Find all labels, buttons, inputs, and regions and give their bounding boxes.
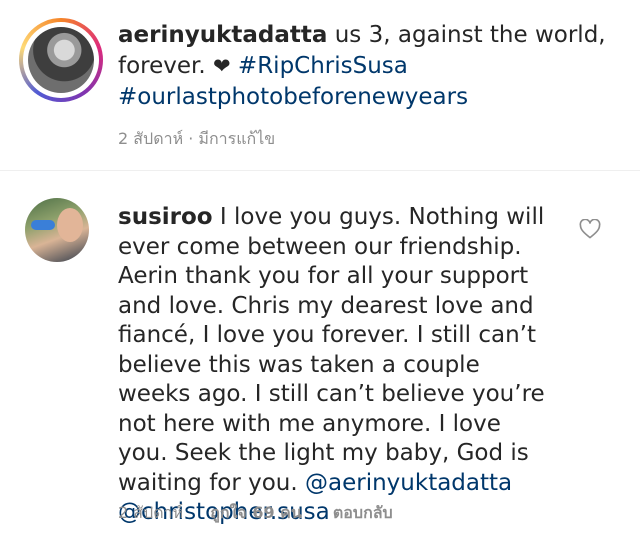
comment-text: susiroo I love you guys. Nothing will ev… [118,203,548,528]
story-ring[interactable] [19,18,103,102]
comment-meta: 2 สัปดาห์ ถูกใจ 69 คน ตอบกลับ [118,501,393,526]
avatar[interactable] [28,27,94,93]
comment-item: susiroo I love you guys. Nothing will ev… [0,171,640,547]
reply-button[interactable]: ตอบกลับ [333,501,393,526]
post-meta: 2 สัปดาห์ · มีการแก้ไข [118,127,275,152]
comment-username[interactable]: susiroo [118,204,213,230]
avatar[interactable] [25,198,89,262]
likes-count[interactable]: ถูกใจ 69 คน [210,501,302,526]
comment-body: I love you guys. Nothing will ever come … [118,204,545,496]
post-caption: aerinyuktadatta us 3, against the world,… [0,0,640,170]
avatar-frame [23,22,99,98]
post-timestamp[interactable]: 2 สัปดาห์ [118,129,183,148]
hashtag-link[interactable]: #RipChrisSusa [238,53,408,79]
avatar-detail [31,220,55,230]
comment-timestamp[interactable]: 2 สัปดาห์ [118,501,183,526]
edited-label: มีการแก้ไข [198,129,276,148]
caption-text: aerinyuktadatta us 3, against the world,… [118,20,623,113]
meta-separator: · [188,129,194,148]
heart-icon: ❤ [213,54,231,78]
avatar-detail [57,208,83,242]
hashtag-link[interactable]: #ourlastphotobeforenewyears [118,84,468,110]
like-heart-icon[interactable] [579,219,601,239]
mention-link[interactable]: @aerinyuktadatta [305,470,512,496]
post-username[interactable]: aerinyuktadatta [118,22,327,48]
